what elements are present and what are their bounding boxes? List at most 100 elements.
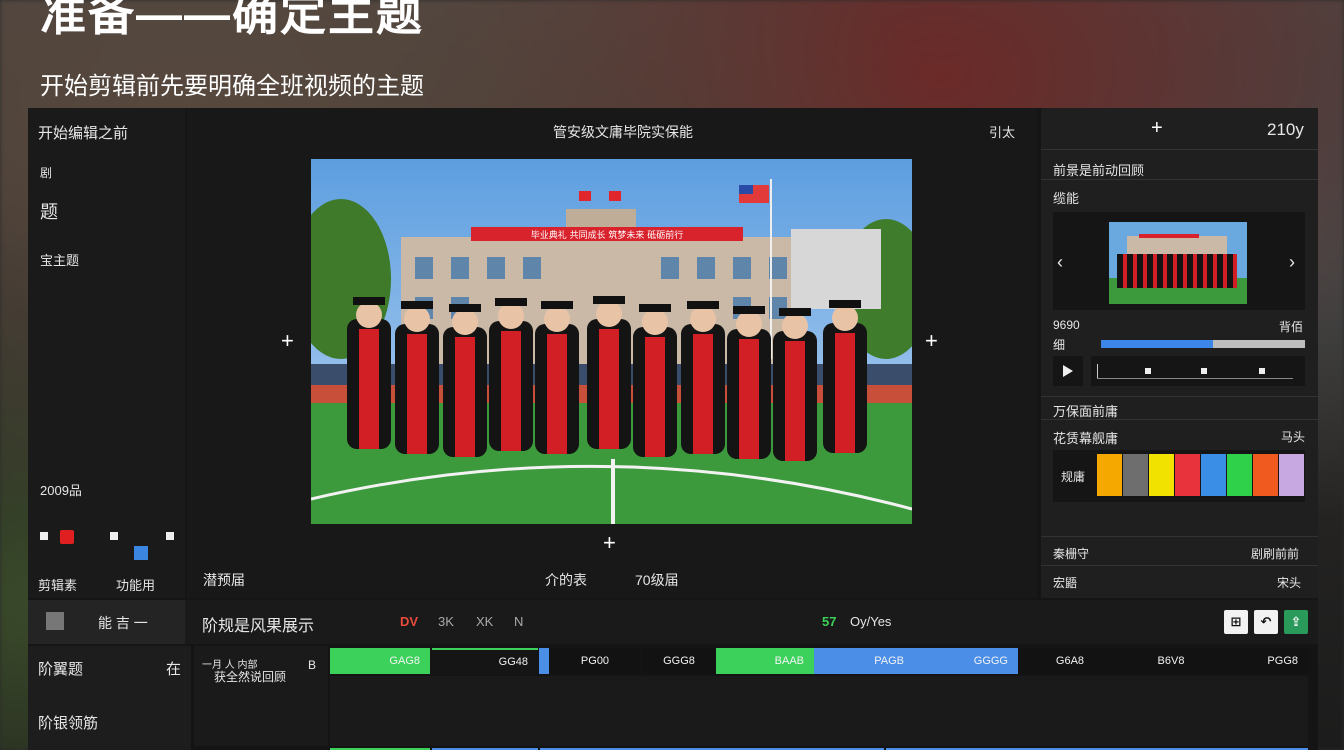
small-square-icon bbox=[166, 532, 174, 540]
tool-n-button[interactable]: N bbox=[514, 614, 523, 629]
blue-swatch-icon[interactable] bbox=[134, 546, 148, 560]
timeline-clip[interactable]: G6A8 bbox=[1018, 648, 1122, 674]
tool-xk-button[interactable]: XK bbox=[476, 614, 493, 629]
meta-right: 背佰 bbox=[1279, 320, 1304, 334]
slider-fill bbox=[1101, 340, 1214, 348]
properties-header-value: 210y bbox=[1267, 120, 1304, 139]
color-swatch[interactable] bbox=[1253, 454, 1278, 496]
clip-handle[interactable] bbox=[539, 648, 549, 674]
footer-right[interactable]: 剧刷前前 bbox=[1251, 545, 1299, 562]
export-button[interactable]: ⇪ bbox=[1284, 610, 1308, 634]
marker-icon[interactable] bbox=[46, 612, 64, 630]
tool-dv-button[interactable]: DV bbox=[400, 614, 418, 629]
left-item[interactable]: 剧 bbox=[40, 164, 52, 181]
track-label[interactable]: 阶银领筋 bbox=[38, 712, 98, 733]
track-headers: 阶翼题 在 阶银领筋 bbox=[28, 646, 191, 750]
chevron-left-icon[interactable]: ‹ bbox=[1057, 252, 1063, 273]
thumbnail-carousel: ‹ › bbox=[1053, 212, 1305, 310]
color-swatch[interactable] bbox=[1279, 454, 1304, 496]
empty-track[interactable] bbox=[330, 676, 1308, 746]
preview-bottom-right[interactable]: 70级届 bbox=[635, 570, 679, 590]
timeline-clip[interactable]: GGGG bbox=[914, 648, 1018, 674]
add-left-icon[interactable]: + bbox=[281, 330, 294, 352]
properties-section: 万保面前庸 bbox=[1041, 396, 1318, 420]
toolbar-left-buttons[interactable]: 能 吉 一 bbox=[98, 613, 148, 633]
status-icon: 57 bbox=[822, 614, 837, 629]
section-subtitle: 缆能 bbox=[1053, 191, 1080, 206]
timeline-clip[interactable]: GGG8 bbox=[642, 648, 716, 674]
properties-panel: + 210y 前景是前动回顾 缆能 ‹ › 9690 背佰 细 万保面前庸 花赁… bbox=[1041, 108, 1318, 598]
video-preview[interactable]: 毕业典礼 共同成长 筑梦未来 砥砺前行 bbox=[311, 159, 912, 524]
color-swatch[interactable] bbox=[1227, 454, 1252, 496]
preview-panel: 管安级文庸毕院实保能 引太 + + + 毕业典礼 共同成长 筑梦未来 砥砺前行 … bbox=[187, 108, 1037, 598]
footer-right[interactable]: 宋头 bbox=[1277, 574, 1301, 591]
preview-bottom-mid[interactable]: 介的表 bbox=[545, 570, 587, 590]
timeline-clip[interactable]: B6V8 bbox=[1122, 648, 1220, 674]
color-swatch[interactable] bbox=[1149, 454, 1174, 496]
left-bottom-label[interactable]: 剪辑素 bbox=[38, 575, 77, 594]
track-label[interactable]: 阶翼题 bbox=[38, 658, 83, 679]
section-title: 万保面前庸 bbox=[1053, 404, 1119, 419]
left-item[interactable]: 2009品 bbox=[40, 480, 82, 499]
left-bottom-label[interactable]: 功能用 bbox=[116, 575, 155, 594]
left-panel-title: 开始编辑之前 bbox=[38, 125, 129, 142]
small-square-icon bbox=[110, 532, 118, 540]
color-swatch[interactable] bbox=[1123, 454, 1148, 496]
page-subtitle: 开始剪辑前先要明确全班视频的主题 bbox=[40, 73, 424, 100]
slider-label: 细 bbox=[1053, 338, 1066, 352]
add-right-icon[interactable]: + bbox=[925, 330, 938, 352]
clip-thumbnail[interactable] bbox=[1109, 222, 1247, 304]
clip-info: 一月 人 内部 获全然说回顾 B bbox=[194, 646, 328, 746]
properties-section: 前景是前动回顾 bbox=[1041, 152, 1318, 180]
timeline-toolbar: 能 吉 一 阶规是风果展示 DV 3K XK N 57 Oy/Yes ⊞ ↶ ⇪ bbox=[28, 600, 1318, 644]
left-panel: 开始编辑之前 剧 题 宝主题 2009品 剪辑素 功能用 bbox=[28, 108, 185, 598]
chevron-right-icon[interactable]: › bbox=[1289, 252, 1295, 273]
small-square-icon bbox=[40, 532, 48, 540]
left-item[interactable]: 宝主题 bbox=[40, 250, 79, 269]
timeline-clip[interactable]: GG48 bbox=[432, 648, 538, 674]
meta-left: 9690 bbox=[1053, 318, 1080, 332]
keyframe-track[interactable] bbox=[1091, 356, 1305, 386]
timeline-clip[interactable]: PGG8 bbox=[1220, 648, 1308, 674]
banner-text: 毕业典礼 共同成长 筑梦未来 砥砺前行 bbox=[531, 229, 684, 241]
page-headline: 准备——确定主题 bbox=[40, 0, 424, 40]
opacity-slider[interactable] bbox=[1101, 340, 1305, 348]
graduation-photo: 毕业典礼 共同成长 筑梦未来 砥砺前行 bbox=[311, 159, 912, 524]
track-label-right: 在 bbox=[166, 661, 182, 678]
clip-info-line: 获全然说回顾 bbox=[214, 670, 287, 684]
editor-window: 开始编辑之前 剧 题 宝主题 2009品 剪辑素 功能用 管安级文庸毕院实保能 … bbox=[28, 108, 1318, 750]
timeline-clip[interactable]: GAG8 bbox=[330, 648, 430, 674]
properties-footer: 秦栅守 剧刷前前 bbox=[1041, 536, 1318, 566]
color-palette: 规庸 bbox=[1053, 450, 1305, 502]
undo-button[interactable]: ↶ bbox=[1254, 610, 1278, 634]
footer-left[interactable]: 宏鼯 bbox=[1053, 574, 1077, 591]
palette-label: 规庸 bbox=[1061, 470, 1086, 484]
keyframe-icon bbox=[1145, 368, 1151, 374]
grid-view-button[interactable]: ⊞ bbox=[1224, 610, 1248, 634]
keyframe-icon bbox=[1259, 368, 1265, 374]
footer-left[interactable]: 秦栅守 bbox=[1053, 545, 1089, 562]
red-swatch-icon[interactable] bbox=[60, 530, 74, 544]
section-right-label: 马头 bbox=[1281, 430, 1306, 444]
timeline-clip[interactable]: PG00 bbox=[550, 648, 640, 674]
preview-bottom-left[interactable]: 潜预届 bbox=[203, 570, 245, 590]
play-icon[interactable] bbox=[1053, 356, 1083, 386]
add-icon[interactable]: + bbox=[1151, 118, 1163, 138]
properties-header: + 210y bbox=[1041, 108, 1318, 150]
toolbar-left-group: 能 吉 一 bbox=[28, 600, 185, 644]
clip-marker: B bbox=[308, 658, 317, 672]
tool-3k-button[interactable]: 3K bbox=[438, 614, 454, 629]
color-swatch[interactable] bbox=[1201, 454, 1226, 496]
color-swatch[interactable] bbox=[1097, 454, 1122, 496]
color-swatch[interactable] bbox=[1175, 454, 1200, 496]
swatch-row bbox=[1097, 454, 1305, 498]
section-title: 前景是前动回顾 bbox=[1053, 163, 1145, 178]
add-bottom-icon[interactable]: + bbox=[603, 532, 616, 554]
preview-top-right[interactable]: 引太 bbox=[989, 122, 1015, 141]
status-text: Oy/Yes bbox=[850, 614, 892, 629]
timeline-clip[interactable]: PAGB bbox=[814, 648, 914, 674]
preview-title: 管安级文庸毕院实保能 bbox=[553, 124, 693, 140]
left-item[interactable]: 题 bbox=[40, 198, 58, 224]
timeline-clip[interactable]: BAAB bbox=[716, 648, 814, 674]
timeline: 阶翼题 在 阶银领筋 一月 人 内部 获全然说回顾 B GAG8 GG48 PG… bbox=[28, 646, 1318, 750]
